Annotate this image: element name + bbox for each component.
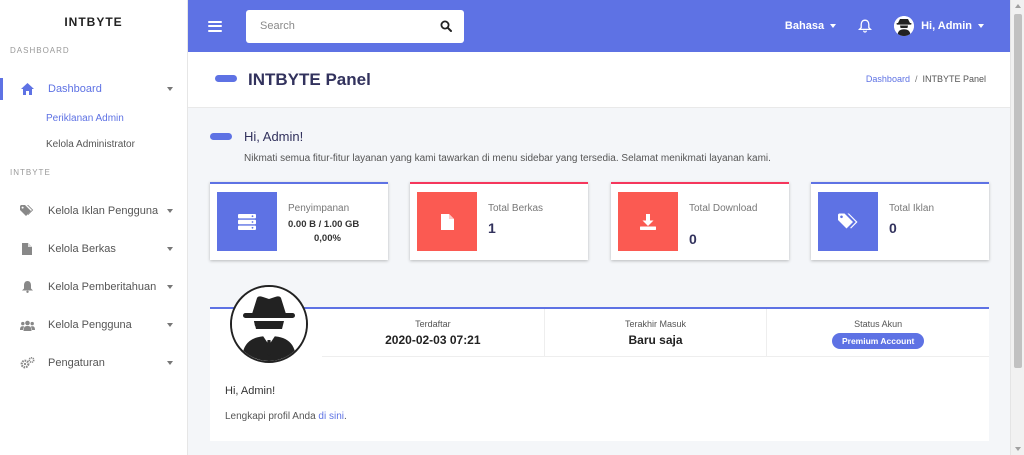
search-icon[interactable] [440,20,452,32]
profile-complete-text: Lengkapi profil Anda di sini. [225,411,347,422]
greeting-accent [210,133,232,140]
ads-value: 0 [889,220,897,236]
section-label-intbyte: INTBYTE [10,168,51,177]
breadcrumb-home-link[interactable]: Dashboard [866,74,910,84]
registered-value: 2020-02-03 07:21 [385,333,481,347]
caret-down-icon [167,87,173,91]
scrollbar-thumb[interactable] [1014,14,1022,368]
sidebar-item-label: Kelola Iklan Pengguna [48,205,159,217]
sidebar-item-kelola-pengguna[interactable]: Kelola Pengguna [0,306,187,344]
account-status-label: Status Akun [854,319,903,329]
scroll-down-icon[interactable] [1015,447,1021,451]
user-menu[interactable]: Hi, Admin [894,16,984,36]
download-value: 0 [689,231,697,247]
topbar-right: Bahasa Hi, Admin [785,0,1010,52]
storage-label: Penyimpanan [288,203,350,214]
registered-label: Terdaftar [415,319,451,329]
language-label: Bahasa [784,20,825,32]
search-box [246,9,464,43]
file-icon [18,242,36,256]
status-badge: Premium Account [831,333,925,349]
sidebar-subitem-periklanan-admin[interactable]: Periklanan Admin [0,106,187,132]
total-files-card: Total Berkas 1 [410,182,588,260]
sidebar-item-kelola-berkas[interactable]: Kelola Berkas [0,230,187,268]
scrollbar[interactable] [1010,0,1024,455]
storage-percent: 0,00% [314,233,341,244]
profile-complete-prefix: Lengkapi profil Anda [225,411,316,422]
breadcrumb-separator: / [914,74,918,84]
sidebar-item-label: Kelola Berkas [48,243,116,255]
menu-toggle-icon[interactable] [208,20,222,32]
files-value: 1 [488,220,496,236]
profile-card: Terdaftar 2020-02-03 07:21 Terakhir Masu… [210,285,989,441]
page-title: INTBYTE Panel [248,70,371,89]
topbar: Bahasa Hi, Admin [188,0,1010,52]
user-greeting: Hi, Admin [921,20,972,32]
caret-down-icon [167,285,173,289]
breadcrumb-current: INTBYTE Panel [922,74,986,84]
registered-stat: Terdaftar 2020-02-03 07:21 [322,309,545,356]
caret-down-icon [830,24,837,28]
page-header: INTBYTE Panel Dashboard / INTBYTE Panel [188,52,1010,108]
sidebar-subitem-kelola-administrator[interactable]: Kelola Administrator [0,132,187,158]
sidebar-item-pengaturan[interactable]: Pengaturan [0,344,187,382]
download-icon [618,192,678,251]
sidebar-item-kelola-pemberitahuan[interactable]: Kelola Pemberitahuan [0,268,187,306]
file-icon [417,192,477,251]
last-login-value: Baru saja [628,333,683,347]
home-icon [18,82,36,96]
files-label: Total Berkas [488,203,544,214]
tags-icon [818,192,878,251]
title-accent [215,75,237,82]
last-login-label: Terakhir Masuk [624,319,687,329]
download-label: Total Download [689,203,758,214]
breadcrumb: Dashboard / INTBYTE Panel [866,74,986,84]
ads-label: Total Iklan [889,203,935,214]
caret-down-icon [167,361,173,365]
scroll-up-icon[interactable] [1015,4,1021,8]
sidebar: INTBYTE DASHBOARD Dashboard Periklanan A… [0,0,188,455]
total-ads-card: Total Iklan 0 [811,182,989,260]
sidebar-item-kelola-iklan-pengguna[interactable]: Kelola Iklan Pengguna [0,192,187,230]
account-status-stat: Status Akun Premium Account [767,309,989,356]
profile-stats: Terdaftar 2020-02-03 07:21 Terakhir Masu… [322,309,989,357]
database-icon [217,192,277,251]
sidebar-item-label: Dashboard [48,83,102,95]
tags-icon [18,204,36,218]
brand-logo[interactable]: INTBYTE [0,0,187,44]
sidebar-item-label: Kelola Pemberitahuan [48,281,157,293]
last-login-stat: Terakhir Masuk Baru saja [545,309,768,356]
storage-card: Penyimpanan 0.00 B / 1.00 GB 0,00% [210,182,388,260]
search-input[interactable] [260,20,440,32]
greeting-title: Hi, Admin! [244,129,304,144]
bell-icon[interactable] [858,19,873,33]
profile-complete-suffix: . [343,411,347,422]
profile-avatar[interactable] [230,285,308,363]
section-label-dashboard: DASHBOARD [10,46,70,55]
caret-down-icon [978,24,984,28]
storage-usage: 0.00 B / 1.00 GB [288,219,360,230]
greeting-text: Nikmati semua fitur-fitur layanan yang k… [244,153,771,164]
sidebar-item-label: Kelola Pengguna [48,319,132,331]
caret-down-icon [167,247,173,251]
cogs-icon [18,356,36,370]
users-icon [18,318,36,332]
caret-down-icon [167,209,173,213]
avatar [894,16,915,36]
caret-down-icon [167,323,173,327]
language-dropdown[interactable]: Bahasa [784,20,837,32]
bell-icon [18,280,36,294]
profile-greeting: Hi, Admin! [225,385,276,397]
total-download-card: Total Download 0 [611,182,789,260]
sidebar-item-label: Pengaturan [48,357,105,369]
profile-complete-link[interactable]: di sini [318,411,344,422]
sidebar-item-dashboard[interactable]: Dashboard [0,72,187,106]
